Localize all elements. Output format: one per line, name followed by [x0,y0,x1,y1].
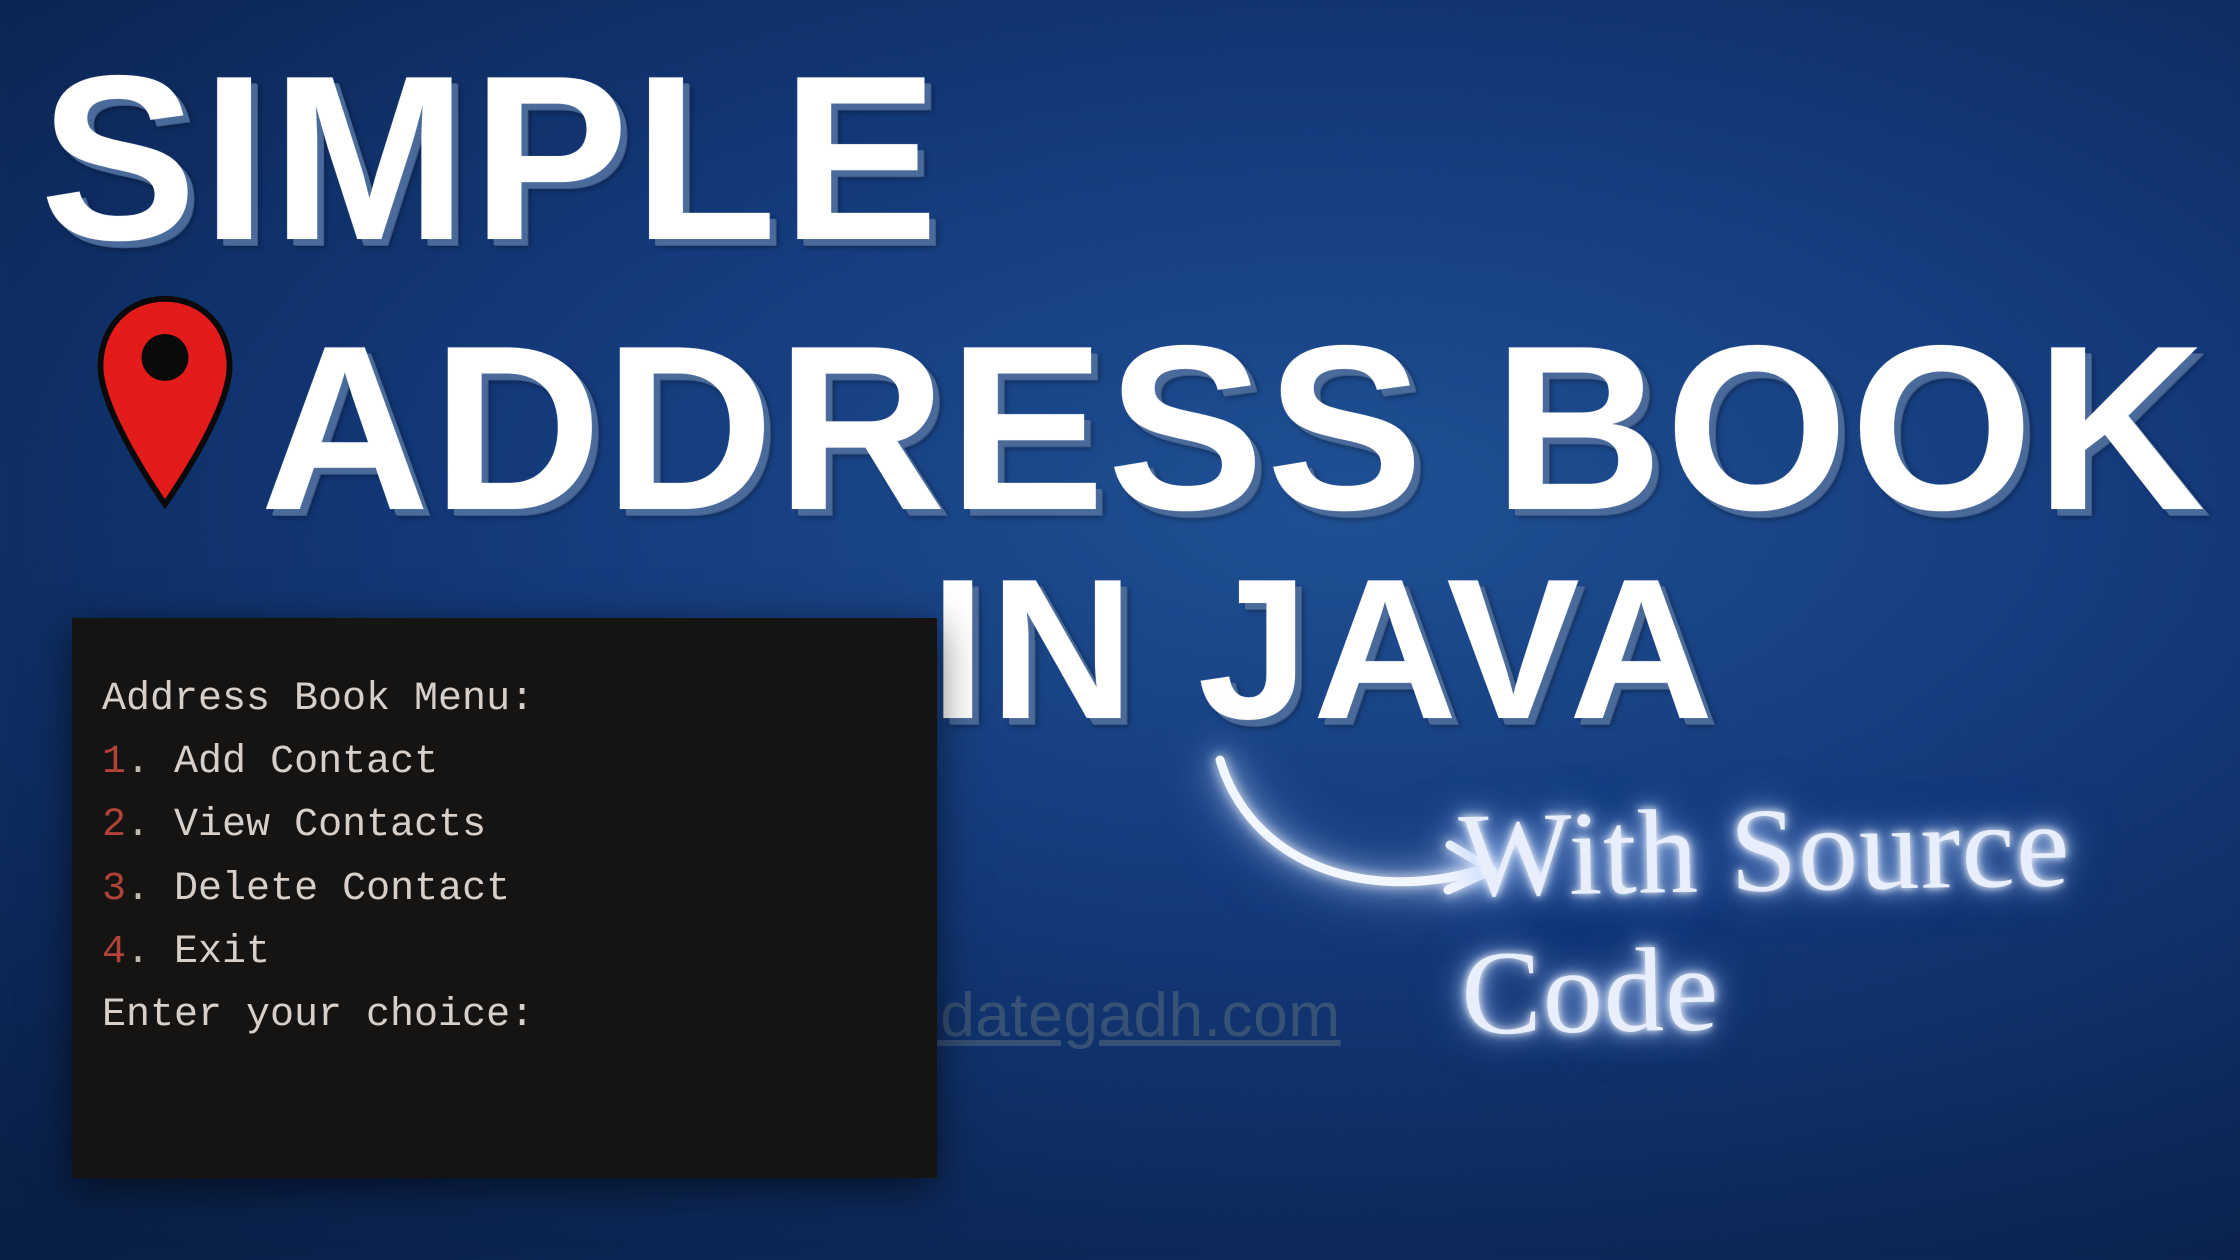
menu-item: 1. Add Contact [102,731,907,794]
watermark-link[interactable]: updategadh.com [870,980,1341,1051]
menu-item: 3. Delete Contact [102,858,907,921]
subtitle-handwritten: With Source Code [1458,773,2240,1063]
terminal-title: Address Book Menu: [102,668,907,731]
terminal-window: Address Book Menu: 1. Add Contact 2. Vie… [72,618,937,1178]
terminal-prompt: Enter your choice: [102,984,907,1047]
heading-line-1: SIMPLE [40,40,943,275]
map-pin-icon [90,290,240,510]
menu-item: 2. View Contacts [102,794,907,857]
menu-item: 4. Exit [102,921,907,984]
heading-line-3: IN JAVA [930,550,1717,750]
heading-line-2: ADDRESS BOOK [260,310,2208,545]
